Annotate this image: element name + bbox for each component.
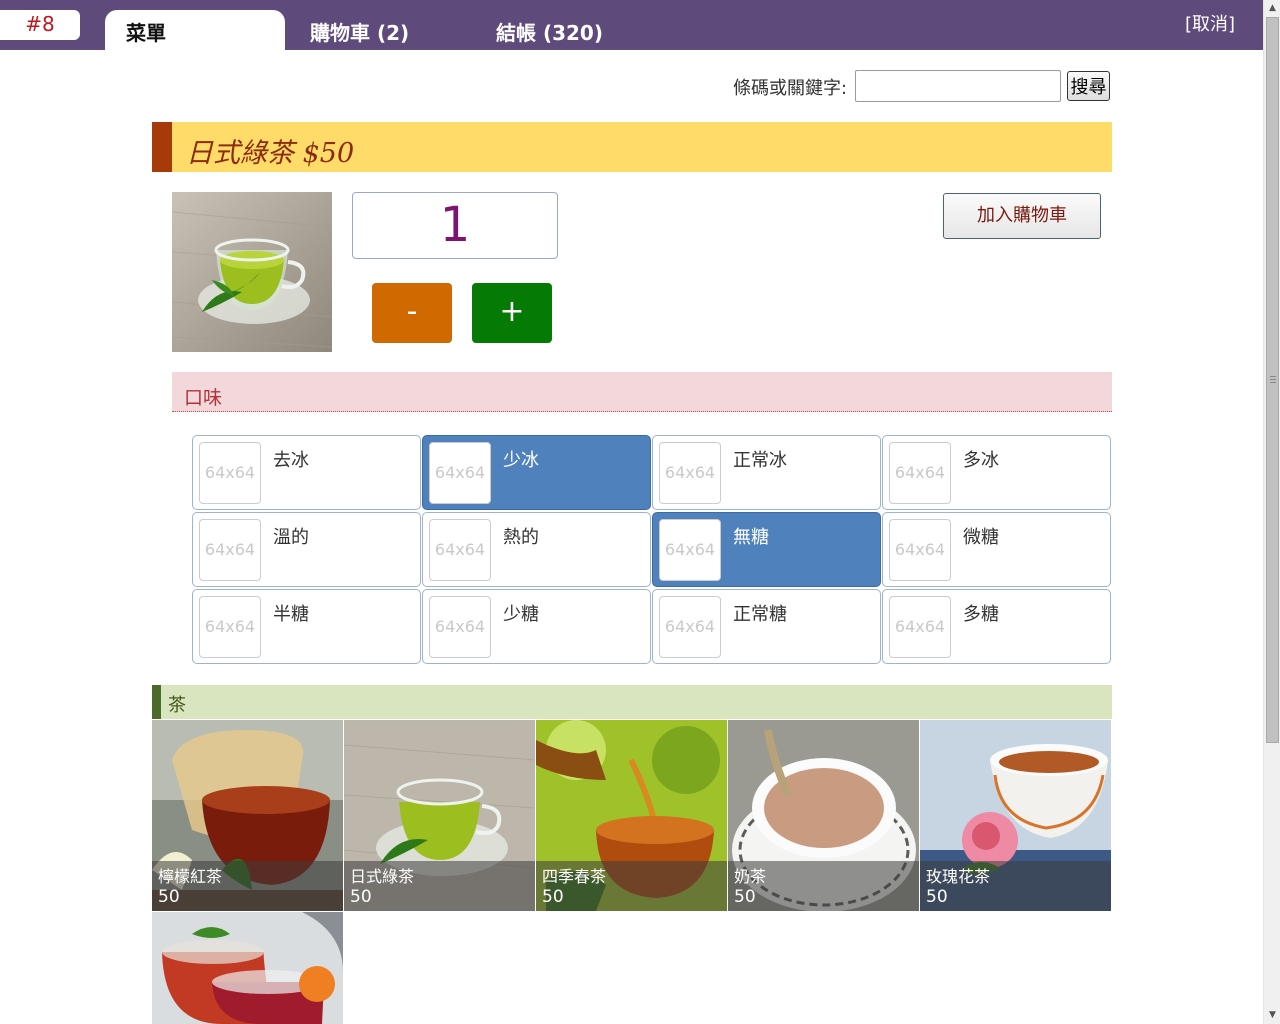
scrollbar-grip-icon [1270, 376, 1276, 384]
flavor-option[interactable]: 64x64 少糖 [422, 589, 651, 664]
search-input[interactable] [855, 70, 1061, 102]
tile-name: 奶茶 [734, 867, 767, 886]
product-header: 日式綠茶 $50 [152, 122, 1112, 172]
option-thumbnail-placeholder: 64x64 [429, 519, 491, 581]
tile-name: 四季春茶 [542, 867, 607, 886]
product-tile[interactable]: 四季春茶 50 [536, 720, 727, 911]
option-thumbnail-placeholder: 64x64 [659, 442, 721, 504]
option-thumbnail-placeholder: 64x64 [199, 442, 261, 504]
flavor-option[interactable]: 64x64 半糖 [192, 589, 421, 664]
tile-price: 50 [158, 887, 180, 907]
order-number-badge: #8 [0, 10, 80, 40]
option-thumbnail-placeholder: 64x64 [199, 519, 261, 581]
option-thumbnail-placeholder: 64x64 [659, 519, 721, 581]
product-tile[interactable]: 玫瑰花茶 50 [920, 720, 1111, 911]
option-thumbnail-placeholder: 64x64 [429, 442, 491, 504]
option-label: 去冰 [273, 450, 309, 471]
tea-section-title: 茶 [168, 695, 186, 716]
scroll-up-arrow-icon[interactable]: ▲ [1264, 0, 1280, 17]
flavor-option[interactable]: 64x64 正常糖 [652, 589, 881, 664]
tile-price: 50 [350, 887, 372, 907]
increase-quantity-button[interactable]: + [472, 283, 552, 343]
vertical-scrollbar[interactable]: ▲ ▼ [1263, 0, 1280, 1024]
flavor-section-title: 口味 [184, 387, 223, 409]
option-thumbnail-placeholder: 64x64 [429, 596, 491, 658]
tile-name: 日式綠茶 [350, 867, 415, 886]
scroll-down-arrow-icon[interactable]: ▼ [1264, 1007, 1280, 1024]
option-label: 微糖 [963, 527, 999, 548]
green-tea-photo-icon [172, 192, 332, 352]
decrease-quantity-button[interactable]: - [372, 283, 452, 343]
tile-price: 50 [734, 887, 756, 907]
option-label: 多糖 [963, 604, 999, 625]
option-thumbnail-placeholder: 64x64 [889, 519, 951, 581]
product-tile[interactable] [152, 912, 343, 1024]
flavor-option[interactable]: 64x64 多糖 [882, 589, 1111, 664]
product-tile[interactable]: 檸檬紅茶 50 [152, 720, 343, 911]
tile-name: 玫瑰花茶 [926, 867, 991, 886]
flavor-option[interactable]: 64x64 無糖 [652, 512, 881, 587]
product-tile[interactable]: 奶茶 50 [728, 720, 919, 911]
scrollbar-thumb[interactable] [1266, 17, 1279, 743]
flavor-option[interactable]: 64x64 熱的 [422, 512, 651, 587]
option-label: 少糖 [503, 604, 539, 625]
top-nav-bar: #8 菜單 購物車 (2) 結帳 (320) [取消] [0, 0, 1263, 50]
tab-cart[interactable]: 購物車 (2) [310, 10, 409, 50]
flavor-option[interactable]: 64x64 正常冰 [652, 435, 881, 510]
product-title: 日式綠茶 $50 [186, 138, 355, 169]
flavor-option[interactable]: 64x64 溫的 [192, 512, 421, 587]
option-label: 多冰 [963, 450, 999, 471]
product-tile[interactable]: 日式綠茶 50 [344, 720, 535, 911]
header-accent-bar [152, 685, 161, 719]
tab-menu[interactable]: 菜單 [105, 10, 285, 50]
option-thumbnail-placeholder: 64x64 [659, 596, 721, 658]
tea-section-header: 茶 [152, 685, 1112, 719]
option-thumbnail-placeholder: 64x64 [889, 596, 951, 658]
header-accent-bar [152, 122, 172, 172]
flavor-option[interactable]: 64x64 多冰 [882, 435, 1111, 510]
flavor-section-header: 口味 [172, 372, 1112, 412]
tab-checkout[interactable]: 結帳 (320) [496, 10, 603, 50]
iced-fruit-tea-photo-icon [152, 912, 343, 1024]
quantity-display: 1 [352, 192, 558, 259]
tile-price: 50 [542, 887, 564, 907]
add-to-cart-button[interactable]: 加入購物車 [943, 193, 1101, 239]
option-label: 半糖 [273, 604, 309, 625]
option-label: 溫的 [273, 527, 309, 548]
search-label: 條碼或關鍵字: [733, 78, 848, 99]
option-label: 熱的 [503, 527, 539, 548]
flavor-option[interactable]: 64x64 去冰 [192, 435, 421, 510]
option-thumbnail-placeholder: 64x64 [199, 596, 261, 658]
flavor-option[interactable]: 64x64 少冰 [422, 435, 651, 510]
option-thumbnail-placeholder: 64x64 [889, 442, 951, 504]
flavor-option[interactable]: 64x64 微糖 [882, 512, 1111, 587]
option-label: 正常糖 [733, 604, 787, 625]
cancel-link[interactable]: [取消] [1185, 10, 1235, 36]
tile-price: 50 [926, 887, 948, 907]
search-button[interactable]: 搜尋 [1067, 71, 1110, 101]
tile-name: 檸檬紅茶 [158, 867, 223, 886]
option-label: 無糖 [733, 527, 769, 548]
option-label: 少冰 [503, 450, 539, 471]
product-image [172, 192, 332, 352]
option-label: 正常冰 [733, 450, 787, 471]
